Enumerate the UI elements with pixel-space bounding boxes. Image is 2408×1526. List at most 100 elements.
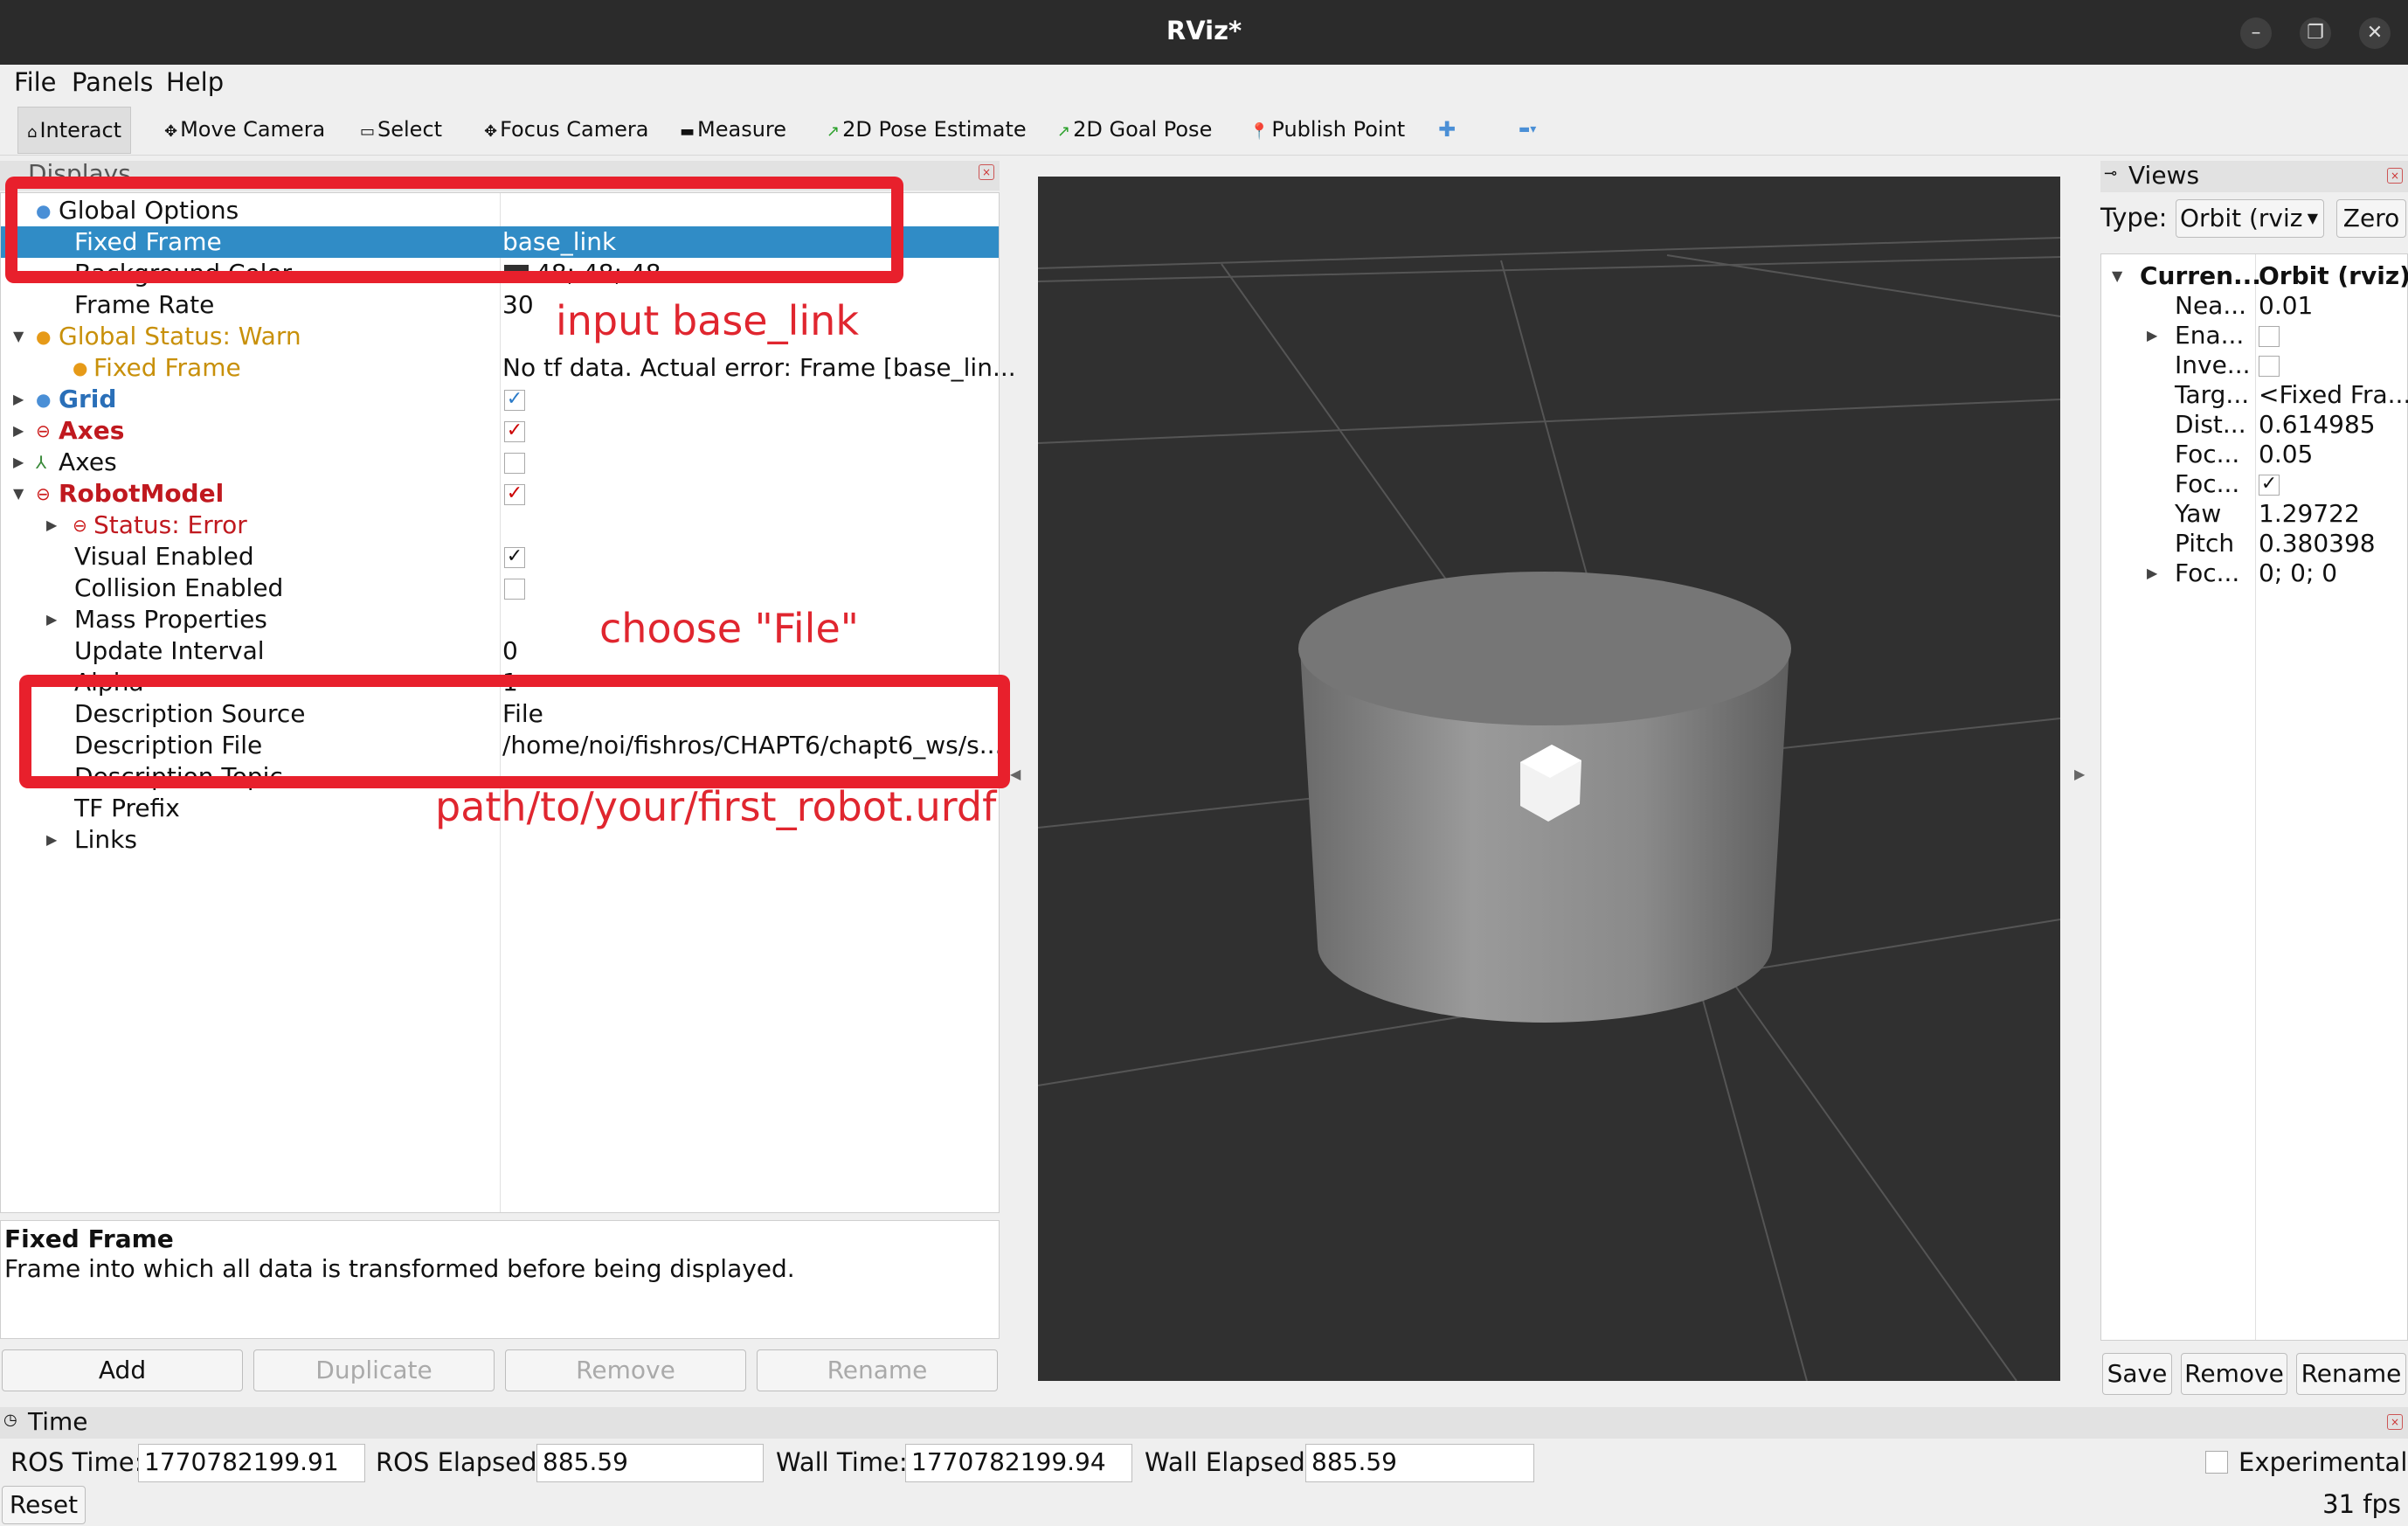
maximize-button[interactable]: ❐ bbox=[2300, 17, 2331, 49]
property-name: Links bbox=[74, 825, 137, 854]
tool-measure[interactable]: ▬ Measure bbox=[680, 112, 786, 147]
save-view-button[interactable]: Save bbox=[2102, 1353, 2172, 1395]
zero-button[interactable]: Zero bbox=[2336, 199, 2406, 238]
add-tool-icon[interactable]: ✚ bbox=[1438, 112, 1456, 147]
description-title: Fixed Frame bbox=[4, 1224, 174, 1253]
enable-checkbox[interactable]: ✓ bbox=[504, 547, 525, 568]
add-button[interactable]: Add bbox=[2, 1349, 243, 1391]
rename-view-button[interactable]: Rename bbox=[2296, 1353, 2406, 1395]
view-property-value[interactable]: 0.01 bbox=[2259, 291, 2313, 321]
display-row-visual-enabled[interactable]: Visual Enabled ✓ bbox=[1, 541, 999, 572]
close-time-icon[interactable]: × bbox=[2387, 1414, 2403, 1430]
close-views-icon[interactable]: × bbox=[2387, 168, 2403, 184]
collapsed-arrow-icon[interactable]: ▶ bbox=[13, 447, 24, 478]
expanded-arrow-icon[interactable]: ▼ bbox=[13, 478, 24, 510]
collapsed-arrow-icon[interactable]: ▶ bbox=[46, 510, 57, 541]
view-checkbox[interactable]: ✓ bbox=[2259, 475, 2280, 496]
collapsed-arrow-icon[interactable]: ▶ bbox=[46, 824, 57, 856]
tool-interact[interactable]: ⌂ Interact bbox=[17, 107, 132, 154]
tool-label: Publish Point bbox=[1271, 117, 1406, 142]
view-property-row[interactable]: Dist... 0.614985 bbox=[2101, 410, 2407, 440]
collapsed-arrow-icon[interactable]: ▶ bbox=[2147, 558, 2157, 588]
view-property-row[interactable]: Inve... bbox=[2101, 350, 2407, 380]
menu-help[interactable]: Help bbox=[166, 67, 224, 97]
expanded-arrow-icon[interactable]: ▼ bbox=[2112, 261, 2122, 291]
view-property-value[interactable]: 0.380398 bbox=[2259, 529, 2376, 558]
remove-tool-icon[interactable]: ▬▾ bbox=[1519, 112, 1536, 147]
view-property-row[interactable]: Nea... 0.01 bbox=[2101, 291, 2407, 321]
collapsed-arrow-icon[interactable]: ▶ bbox=[13, 415, 24, 447]
view-property-row[interactable]: Yaw 1.29722 bbox=[2101, 499, 2407, 529]
publish-point-icon: 📍 bbox=[1249, 122, 1270, 141]
view-type-select[interactable]: Orbit (rviz ▼ bbox=[2176, 199, 2324, 238]
view-property-row[interactable]: Targ... <Fixed Fra... bbox=[2101, 380, 2408, 410]
view-property-row[interactable]: ▼ Curren... Orbit (rviz) bbox=[2101, 261, 2408, 291]
property-value[interactable]: No tf data. Actual error: Frame [base_li… bbox=[502, 352, 1016, 384]
collapsed-arrow-icon[interactable]: ▶ bbox=[13, 384, 24, 415]
wall-elapsed-field[interactable]: 885.59 bbox=[1305, 1444, 1534, 1482]
tool-focus-camera[interactable]: ✥ Focus Camera bbox=[484, 112, 648, 147]
status-icon: ⊖ bbox=[36, 483, 51, 504]
enable-checkbox[interactable]: ✓ bbox=[504, 390, 525, 411]
minimize-button[interactable]: – bbox=[2240, 17, 2272, 49]
property-value[interactable]: 30 bbox=[502, 289, 534, 321]
collapsed-arrow-icon[interactable]: ▶ bbox=[2147, 321, 2157, 350]
menu-bar: File Panels Help bbox=[0, 65, 2408, 101]
wall-time-field[interactable]: 1770782199.94 bbox=[905, 1444, 1132, 1482]
enable-checkbox[interactable] bbox=[504, 453, 525, 474]
tool-2d-goal-pose[interactable]: ↗ 2D Goal Pose bbox=[1057, 112, 1212, 147]
display-row-grid[interactable]: ▶ ● Grid ✓ bbox=[1, 384, 999, 415]
annotation-box-description bbox=[19, 675, 1010, 788]
collapse-left-icon[interactable]: ◀ bbox=[1010, 766, 1021, 782]
view-property-row[interactable]: ▶ Ena... bbox=[2101, 321, 2407, 350]
remove-display-button[interactable]: Remove bbox=[505, 1349, 746, 1391]
view-property-row[interactable]: Foc... 0.05 bbox=[2101, 440, 2407, 469]
property-name: TF Prefix bbox=[74, 794, 180, 822]
ros-elapsed-field[interactable]: 885.59 bbox=[536, 1444, 764, 1482]
title-bar: RViz* – ❐ ✕ bbox=[0, 0, 2408, 65]
display-row-fixed-frame[interactable]: ● Fixed Frame No tf data. Actual error: Fr… bbox=[1, 352, 1016, 384]
views-header: ⊸ Views × bbox=[2100, 161, 2408, 192]
property-name: Grid bbox=[59, 385, 117, 413]
view-property-value[interactable]: 0.05 bbox=[2259, 440, 2313, 469]
remove-view-button[interactable]: Remove bbox=[2181, 1353, 2287, 1395]
view-property-value[interactable]: 0.614985 bbox=[2259, 410, 2376, 440]
enable-checkbox[interactable]: ✓ bbox=[504, 421, 525, 442]
display-row-robotmodel[interactable]: ▼ ⊖ RobotModel ✓ bbox=[1, 478, 999, 510]
tool-move-camera[interactable]: ✥ Move Camera bbox=[164, 112, 325, 147]
display-row-status-error[interactable]: ▶ ⊖ Status: Error bbox=[1, 510, 999, 541]
status-icon: ⊖ bbox=[36, 420, 51, 441]
view-property-row[interactable]: Foc... ✓ bbox=[2101, 469, 2407, 499]
view-checkbox[interactable] bbox=[2259, 356, 2280, 377]
enable-checkbox[interactable] bbox=[504, 579, 525, 600]
property-value[interactable]: 0 bbox=[502, 635, 518, 667]
view-property-value[interactable]: Orbit (rviz) bbox=[2259, 261, 2408, 291]
display-row-axes[interactable]: ▶ ⅄ Axes bbox=[1, 447, 999, 478]
expanded-arrow-icon[interactable]: ▼ bbox=[13, 321, 24, 352]
rename-display-button[interactable]: Rename bbox=[757, 1349, 998, 1391]
render-viewport[interactable] bbox=[1038, 177, 2060, 1381]
menu-file[interactable]: File bbox=[14, 67, 57, 97]
view-property-row[interactable]: Pitch 0.380398 bbox=[2101, 529, 2407, 558]
close-button[interactable]: ✕ bbox=[2359, 17, 2391, 49]
tool-2d-pose-estimate[interactable]: ↗ 2D Pose Estimate bbox=[827, 112, 1027, 147]
view-property-value[interactable]: 1.29722 bbox=[2259, 499, 2360, 529]
display-row-collision-enabled[interactable]: Collision Enabled bbox=[1, 572, 999, 604]
view-property-row[interactable]: ▶ Foc... 0; 0; 0 bbox=[2101, 558, 2407, 588]
display-row-axes[interactable]: ▶ ⊖ Axes ✓ bbox=[1, 415, 999, 447]
close-panel-icon[interactable]: × bbox=[979, 164, 994, 180]
enable-checkbox[interactable]: ✓ bbox=[504, 484, 525, 505]
view-property-value[interactable]: <Fixed Fra... bbox=[2259, 380, 2408, 410]
ros-time-field[interactable]: 1770782199.91 bbox=[138, 1444, 365, 1482]
experimental-checkbox[interactable] bbox=[2205, 1451, 2228, 1474]
menu-panels[interactable]: Panels bbox=[72, 67, 153, 97]
collapse-right-icon[interactable]: ▶ bbox=[2074, 766, 2085, 782]
view-checkbox[interactable] bbox=[2259, 326, 2280, 347]
tool-select[interactable]: ▭ Select bbox=[360, 112, 442, 147]
property-name: Global Status: Warn bbox=[59, 322, 301, 350]
view-property-value[interactable]: 0; 0; 0 bbox=[2259, 558, 2337, 588]
reset-button[interactable]: Reset bbox=[2, 1486, 86, 1524]
duplicate-button[interactable]: Duplicate bbox=[253, 1349, 495, 1391]
collapsed-arrow-icon[interactable]: ▶ bbox=[46, 604, 57, 635]
tool-publish-point[interactable]: 📍 Publish Point bbox=[1249, 112, 1405, 147]
